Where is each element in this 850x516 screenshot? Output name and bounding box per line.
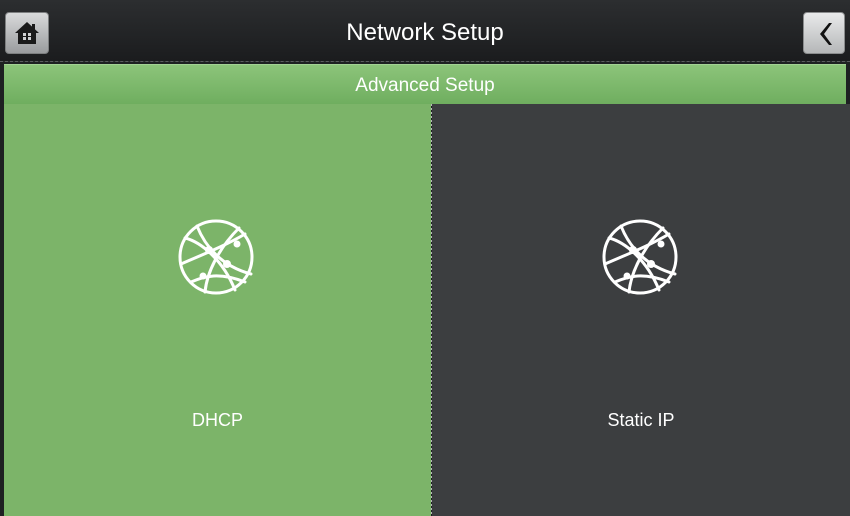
static-ip-label: Static IP bbox=[607, 410, 675, 430]
globe-network-icon bbox=[602, 219, 678, 295]
section-title: Advanced Setup bbox=[355, 75, 495, 96]
globe-network-icon bbox=[178, 219, 254, 295]
dhcp-option[interactable]: DHCP bbox=[4, 104, 431, 516]
chevron-left-icon bbox=[820, 23, 832, 45]
back-button[interactable] bbox=[803, 12, 845, 54]
page-title: Network Setup bbox=[346, 19, 504, 46]
section-header: Advanced Setup bbox=[4, 64, 846, 104]
top-bar: Network Setup bbox=[0, 0, 850, 62]
dhcp-label: DHCP bbox=[191, 410, 243, 430]
static-ip-option[interactable]: Static IP bbox=[432, 104, 850, 516]
